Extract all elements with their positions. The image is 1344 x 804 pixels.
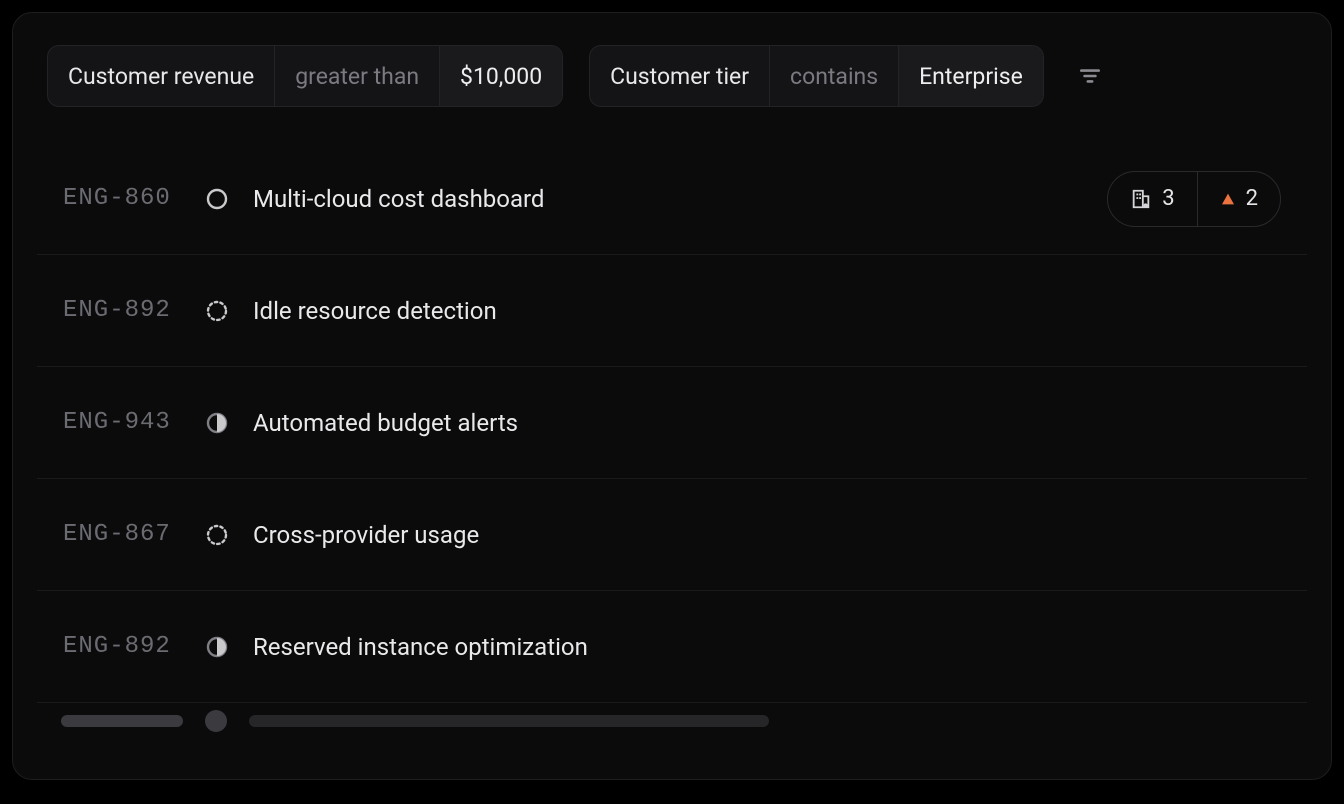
issue-id: ENG-892 — [63, 633, 203, 660]
scroll-knob[interactable] — [205, 710, 227, 732]
filter-chip-tier[interactable]: Customer tier contains Enterprise — [589, 45, 1044, 107]
timeline-scrollbar[interactable] — [61, 711, 1283, 731]
issue-list: ENG-860 Multi-cloud cost dashboard 3 — [13, 143, 1331, 703]
issue-row[interactable]: ENG-892 Reserved instance optimization — [37, 591, 1307, 703]
filter-settings-button[interactable] — [1072, 58, 1108, 94]
issue-id: ENG-943 — [63, 409, 203, 436]
filter-attribute: Customer revenue — [48, 46, 275, 106]
issue-id: ENG-860 — [63, 185, 203, 212]
issue-title: Automated budget alerts — [253, 409, 1281, 437]
priority-count: 2 — [1246, 186, 1258, 211]
issue-row[interactable]: ENG-867 Cross-provider usage — [37, 479, 1307, 591]
issue-id: ENG-892 — [63, 297, 203, 324]
status-backlog-icon — [203, 521, 231, 549]
filter-attribute: Customer tier — [590, 46, 770, 106]
status-in-progress-icon — [203, 409, 231, 437]
issue-title: Reserved instance optimization — [253, 633, 1281, 661]
scroll-segment — [61, 715, 183, 727]
filter-icon — [1077, 63, 1103, 89]
scroll-track — [249, 715, 769, 727]
issues-panel: Customer revenue greater than $10,000 Cu… — [12, 12, 1332, 780]
issue-title: Multi-cloud cost dashboard — [253, 185, 1107, 213]
status-in-progress-icon — [203, 633, 231, 661]
filter-operator: greater than — [275, 46, 440, 106]
customers-count: 3 — [1162, 186, 1174, 211]
issue-row[interactable]: ENG-892 Idle resource detection — [37, 255, 1307, 367]
filter-bar: Customer revenue greater than $10,000 Cu… — [13, 13, 1331, 131]
filter-value: $10,000 — [440, 46, 562, 106]
issue-title: Cross-provider usage — [253, 521, 1281, 549]
filter-chip-revenue[interactable]: Customer revenue greater than $10,000 — [47, 45, 563, 107]
issue-id: ENG-867 — [63, 521, 203, 548]
filter-value: Enterprise — [899, 46, 1043, 106]
status-backlog-icon — [203, 297, 231, 325]
status-todo-icon — [203, 185, 231, 213]
issue-row[interactable]: ENG-860 Multi-cloud cost dashboard 3 — [37, 143, 1307, 255]
issue-badges: 3 2 — [1107, 171, 1281, 227]
issue-title: Idle resource detection — [253, 297, 1281, 325]
customers-badge[interactable]: 3 — [1108, 172, 1196, 226]
issue-row[interactable]: ENG-943 Automated budget alerts — [37, 367, 1307, 479]
priority-badge[interactable]: 2 — [1197, 172, 1280, 226]
filter-operator: contains — [770, 46, 899, 106]
priority-high-icon — [1220, 191, 1236, 207]
building-icon — [1130, 188, 1152, 210]
